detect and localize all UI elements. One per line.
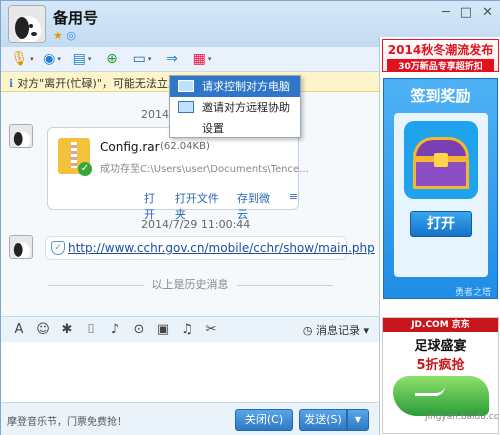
add-app-icon[interactable]: ⊕ [97, 48, 127, 70]
apps-icon[interactable]: ▦ ▾ [187, 48, 217, 70]
image-icon[interactable]: ▣ [151, 322, 175, 337]
monitor-icon [178, 101, 194, 113]
magic-icon[interactable]: ✱ [55, 322, 79, 337]
sign-in-reward-panel: 签到奖励 打开 勇者之塔 [383, 78, 498, 299]
close-button[interactable]: 关闭(C) [235, 409, 293, 431]
font-icon[interactable]: A [7, 322, 31, 337]
message-avatar [9, 235, 33, 259]
more-menu-icon[interactable]: ≡ [289, 190, 298, 222]
file-transfer-icon[interactable]: ▤ ▾ [67, 48, 97, 70]
menu-item-request-control[interactable]: 请求控制对方电脑 [170, 76, 300, 97]
file-size: (62.04KB) [160, 141, 210, 152]
minimize-button[interactable]: ─ [442, 5, 450, 20]
input-toolbar: A ☺ ✱ ⌷ ♪ ⊙ ▣ ♫ ✂ ◷ 消息记录 ▾ [1, 316, 379, 342]
treasure-chest-icon [404, 121, 478, 199]
file-path: 成功存至C:\Users\user\Documents\Tence... [100, 164, 309, 175]
ad-line-2: 30万新品专享超折扣 [387, 59, 494, 72]
shield-icon: ✓ [51, 241, 65, 255]
ad2-line-1: 足球盛宴 [414, 339, 467, 354]
chat-window: 备用号 ★ ◎ ─ □ ✕ 🎙 ▾ ◉ ▾ ▤ ▾ ⊕ ▭ ▾ ⇒ ▦ ▾ ℹ 对方"离开(… [0, 0, 500, 435]
message-avatar [9, 124, 33, 148]
video-icon[interactable]: ◉ ▾ [37, 48, 67, 70]
menu-item-settings[interactable]: 设置 [170, 118, 300, 139]
file-message-card: ✓ Config.rar (62.04KB) 成功存至C:\Users\user… [47, 127, 309, 221]
reward-card: 打开 [394, 113, 488, 277]
notice-text: 对方"离开(忙碌)"，可能无法立即 [17, 77, 179, 90]
close-window-button[interactable]: ✕ [482, 5, 493, 20]
menu-item-invite-assist[interactable]: 邀请对方远程协助 [170, 97, 300, 118]
right-panel: 2014秋冬潮流发布 30万新品专享超折扣 签到奖励 打开 勇者之塔 JD.CO… [379, 37, 500, 435]
maximize-button[interactable]: □ [460, 5, 472, 20]
check-icon: ✓ [78, 162, 92, 176]
status-icons: ★ ◎ [53, 29, 76, 42]
sign-title: 签到奖励 [410, 87, 471, 105]
monitor-icon [178, 80, 194, 92]
contact-name: 备用号 [53, 9, 99, 27]
promo-text[interactable]: 摩登音乐节，门票免费抢！ [7, 413, 127, 428]
voice-icon[interactable]: ♪ [103, 322, 127, 337]
window-controls: ─ □ ✕ [442, 5, 493, 20]
remote-desktop-menu: 请求控制对方电脑 邀请对方远程协助 设置 [169, 75, 301, 138]
timestamp-1: 2014/ [141, 108, 173, 121]
message-history-button[interactable]: ◷ 消息记录 ▾ [303, 322, 369, 338]
send-button[interactable]: 发送(S) [299, 409, 347, 431]
screenshot-icon[interactable]: ✂ [199, 322, 223, 337]
shake-icon[interactable]: ⌷ [79, 322, 103, 337]
music-icon[interactable]: ♫ [175, 322, 199, 337]
emoji-icon[interactable]: ☺ [31, 322, 55, 337]
microphone-icon[interactable]: 🎙 ▾ [7, 48, 37, 70]
top-toolbar: 🎙 ▾ ◉ ▾ ▤ ▾ ⊕ ▭ ▾ ⇒ ▦ ▾ [1, 47, 379, 71]
ad2-line-2: 5折疯抢 [416, 358, 465, 373]
share-screen-icon[interactable]: ⇒ [157, 48, 187, 70]
timestamp-2: 2014/7/29 11:00:44 [141, 218, 251, 231]
gift-icon[interactable]: ⊙ [127, 322, 151, 337]
game-link[interactable]: 勇者之塔 [455, 285, 491, 298]
ad-line-1: 2014秋冬潮流发布 [387, 43, 494, 57]
message-input[interactable] [1, 342, 379, 402]
watermark: jingyan.baidu.com [425, 412, 499, 422]
contact-avatar[interactable] [8, 5, 46, 43]
send-options-button[interactable]: ▼ [347, 409, 369, 431]
bottom-bar: 摩登音乐节，门票免费抢！ 关闭(C) 发送(S) ▼ [1, 402, 379, 435]
open-chest-button[interactable]: 打开 [410, 211, 472, 237]
info-icon: ℹ [9, 77, 14, 90]
remote-desktop-icon[interactable]: ▭ ▾ [127, 48, 157, 70]
file-name: Config.rar [100, 140, 160, 154]
url-link[interactable]: http://www.cchr.gov.cn/mobile/cchr/show/… [68, 241, 375, 255]
jd-ad[interactable]: JD.COM 京东 足球盛宴 5折疯抢 jingyan.baidu.com [382, 317, 499, 434]
link-message: ✓ http://www.cchr.gov.cn/mobile/cchr/sho… [45, 236, 375, 260]
top-banner-ad[interactable]: 2014秋冬潮流发布 30万新品专享超折扣 [382, 39, 499, 72]
jd-logo: JD.COM 京东 [383, 318, 498, 332]
history-divider: 以上是历史消息 [1, 276, 379, 292]
football-shoe-image [393, 376, 489, 416]
